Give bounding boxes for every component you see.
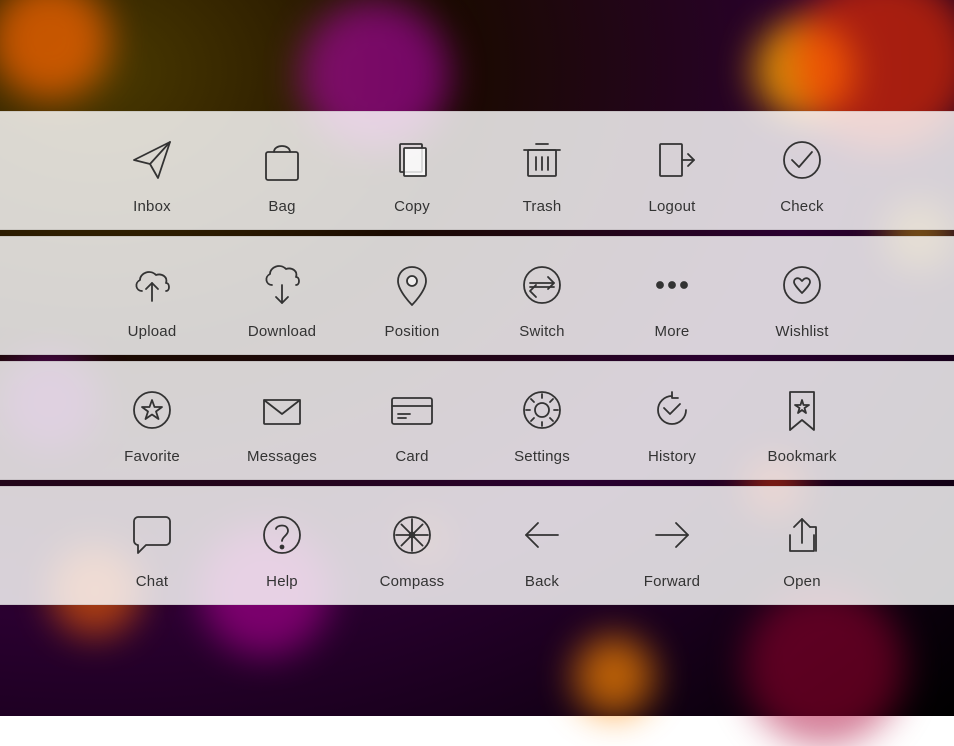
compass-item[interactable]: Compass (347, 505, 477, 590)
trash-icon (512, 130, 572, 190)
help-label: Help (266, 573, 298, 590)
forward-icon (642, 505, 702, 565)
chat-icon (122, 505, 182, 565)
bag-icon (252, 130, 312, 190)
wishlist-label: Wishlist (775, 323, 828, 340)
icon-row-4: Chat Help Compass (0, 486, 954, 605)
check-icon (772, 130, 832, 190)
help-item[interactable]: Help (217, 505, 347, 590)
history-label: History (648, 448, 696, 465)
open-icon (772, 505, 832, 565)
trash-label: Trash (523, 198, 562, 215)
upload-item[interactable]: Upload (87, 255, 217, 340)
check-label: Check (780, 198, 824, 215)
settings-label: Settings (514, 448, 570, 465)
card-item[interactable]: Card (347, 380, 477, 465)
upload-icon (122, 255, 182, 315)
favorite-item[interactable]: Favorite (87, 380, 217, 465)
inbox-label: Inbox (133, 198, 171, 215)
copy-icon (382, 130, 442, 190)
favorite-label: Favorite (124, 448, 180, 465)
more-item[interactable]: More (607, 255, 737, 340)
logout-icon (642, 130, 702, 190)
compass-icon (382, 505, 442, 565)
open-label: Open (783, 573, 821, 590)
back-item[interactable]: Back (477, 505, 607, 590)
more-label: More (655, 323, 690, 340)
open-item[interactable]: Open (737, 505, 867, 590)
position-item[interactable]: Position (347, 255, 477, 340)
forward-item[interactable]: Forward (607, 505, 737, 590)
inbox-icon (122, 130, 182, 190)
messages-label: Messages (247, 448, 317, 465)
messages-item[interactable]: Messages (217, 380, 347, 465)
chat-item[interactable]: Chat (87, 505, 217, 590)
wishlist-item[interactable]: Wishlist (737, 255, 867, 340)
history-icon (642, 380, 702, 440)
back-label: Back (525, 573, 559, 590)
back-icon (512, 505, 572, 565)
position-icon (382, 255, 442, 315)
position-label: Position (385, 323, 440, 340)
bookmark-icon (772, 380, 832, 440)
icon-row-2: Upload Download Position (0, 236, 954, 355)
check-item[interactable]: Check (737, 130, 867, 215)
switch-icon (512, 255, 572, 315)
download-item[interactable]: Download (217, 255, 347, 340)
download-label: Download (248, 323, 316, 340)
help-icon (252, 505, 312, 565)
settings-icon (512, 380, 572, 440)
history-item[interactable]: History (607, 380, 737, 465)
upload-label: Upload (128, 323, 177, 340)
switch-item[interactable]: Switch (477, 255, 607, 340)
more-icon (642, 255, 702, 315)
inbox-item[interactable]: Inbox (87, 130, 217, 215)
icon-row-1: Inbox Bag Copy (0, 111, 954, 230)
bag-item[interactable]: Bag (217, 130, 347, 215)
download-icon (252, 255, 312, 315)
chat-label: Chat (136, 573, 169, 590)
settings-item[interactable]: Settings (477, 380, 607, 465)
forward-label: Forward (644, 573, 700, 590)
bookmark-item[interactable]: Bookmark (737, 380, 867, 465)
switch-label: Switch (519, 323, 564, 340)
favorite-icon (122, 380, 182, 440)
card-label: Card (395, 448, 428, 465)
bookmark-label: Bookmark (767, 448, 836, 465)
icon-row-3: Favorite Messages Card (0, 361, 954, 480)
compass-label: Compass (380, 573, 445, 590)
trash-item[interactable]: Trash (477, 130, 607, 215)
wishlist-icon (772, 255, 832, 315)
bag-label: Bag (268, 198, 295, 215)
logout-item[interactable]: Logout (607, 130, 737, 215)
card-icon (382, 380, 442, 440)
icon-grid: Inbox Bag Copy (0, 0, 954, 716)
logout-label: Logout (648, 198, 695, 215)
copy-item[interactable]: Copy (347, 130, 477, 215)
copy-label: Copy (394, 198, 430, 215)
messages-icon (252, 380, 312, 440)
